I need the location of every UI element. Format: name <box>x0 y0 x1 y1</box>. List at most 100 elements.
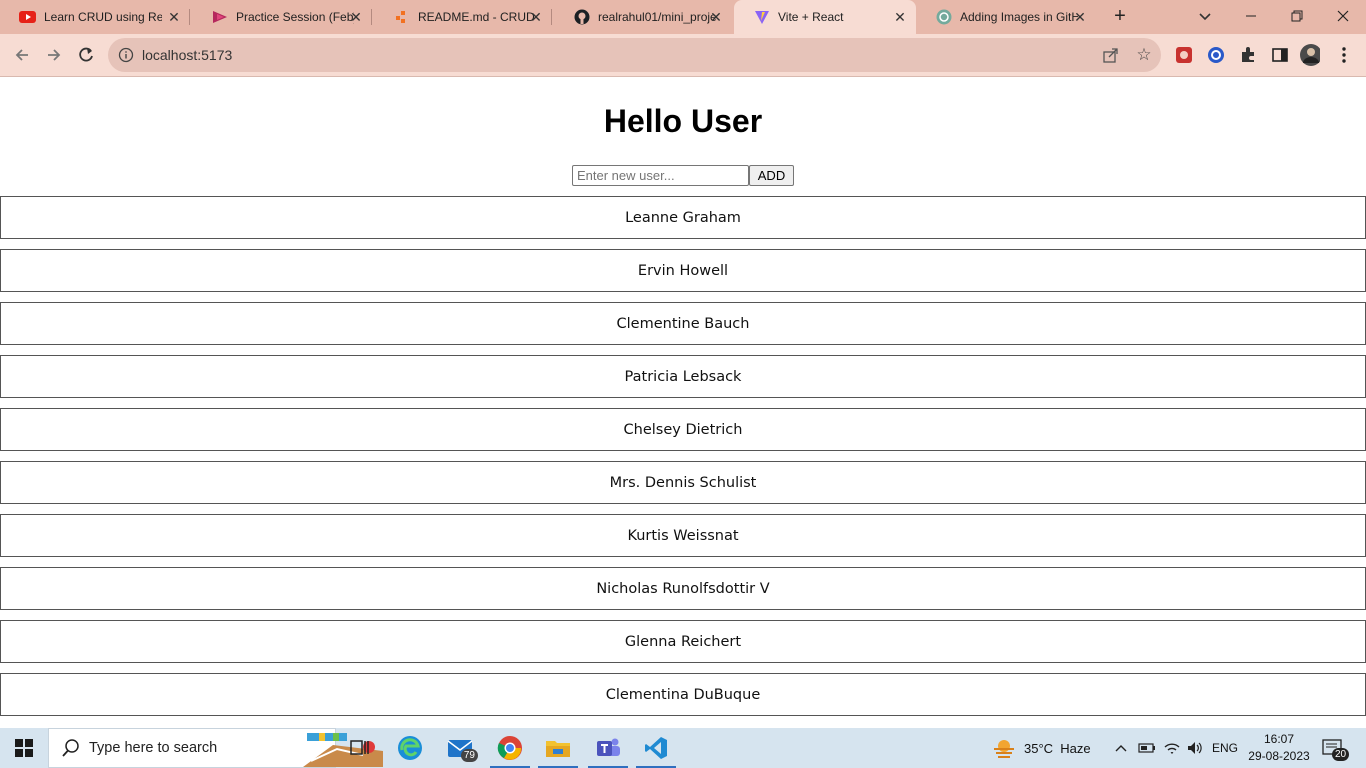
user-list-item: Leanne Graham <box>0 196 1366 239</box>
clock-date: 29-08-2023 <box>1248 749 1310 763</box>
vscode-icon <box>645 737 667 759</box>
weather-widget[interactable]: 35°C Haze <box>992 728 1091 768</box>
minimize-button[interactable] <box>1228 0 1274 32</box>
task-view-icon <box>350 740 369 755</box>
file-explorer-taskbar-button[interactable] <box>534 728 582 768</box>
mail-taskbar-button[interactable]: 79 <box>436 728 484 768</box>
browser-tab[interactable]: realrahul01/mini_project ✕ <box>554 0 732 34</box>
tab-close-icon[interactable]: ✕ <box>1072 9 1088 25</box>
new-tab-button[interactable]: + <box>1108 5 1132 29</box>
language-indicator[interactable]: ENG <box>1212 728 1238 768</box>
vscode-taskbar-button[interactable] <box>632 728 680 768</box>
folder-icon <box>546 741 570 757</box>
user-list-item: Clementine Bauch <box>0 302 1366 345</box>
teams-icon <box>597 738 620 756</box>
video-icon <box>211 9 228 26</box>
show-hidden-icons-button[interactable] <box>1114 728 1128 768</box>
close-window-button[interactable] <box>1320 0 1366 32</box>
notifications-badge: 20 <box>1332 748 1350 761</box>
extensions-puzzle-icon[interactable] <box>1238 45 1258 65</box>
tab-title: realrahul01/mini_project <box>598 10 716 24</box>
user-list-item: Patricia Lebsack <box>0 355 1366 398</box>
restore-icon <box>1291 10 1303 22</box>
url-text[interactable]: localhost:5173 <box>142 38 232 72</box>
tab-strip: Learn CRUD using React✕Practice Session … <box>0 0 1366 34</box>
vite-icon <box>753 9 770 26</box>
edge-taskbar-button[interactable] <box>386 728 434 768</box>
user-list-item: Chelsey Dietrich <box>0 408 1366 451</box>
tab-title: Vite + React <box>778 10 844 24</box>
chrome-icon <box>497 736 522 760</box>
search-placeholder: Type here to search <box>89 740 218 756</box>
forward-arrow-icon <box>48 49 61 61</box>
tab-search-icon[interactable] <box>1195 6 1215 26</box>
browser-toolbar: localhost:5173 ☆ <box>0 34 1366 77</box>
readme-icon <box>393 9 410 26</box>
start-button[interactable] <box>0 728 48 768</box>
back-arrow-icon <box>15 49 28 61</box>
profile-avatar[interactable] <box>1300 44 1320 66</box>
address-bar[interactable]: localhost:5173 ☆ <box>108 38 1161 72</box>
add-user-button[interactable]: ADD <box>749 165 794 186</box>
extension-blue-icon[interactable] <box>1206 45 1226 65</box>
clock-time: 16:07 <box>1263 732 1295 746</box>
wifi-icon <box>1164 743 1180 754</box>
taskbar-search-box[interactable]: Type here to search <box>48 728 383 768</box>
tab-title: Adding Images in GitHub <box>960 10 1078 24</box>
browser-tab[interactable]: README.md - CRUD OPS✕ <box>374 0 552 34</box>
back-button[interactable] <box>8 41 36 69</box>
page-heading: Hello User <box>603 103 763 139</box>
haze-weather-icon <box>994 740 1014 758</box>
share-icon[interactable] <box>1102 46 1120 64</box>
browser-tab[interactable]: Practice Session (Feb) - ✕ <box>192 0 372 34</box>
new-user-input[interactable] <box>572 165 749 186</box>
tab-title: Practice Session (Feb) - <box>236 10 354 24</box>
task-view-button[interactable] <box>336 728 384 768</box>
tab-title: Learn CRUD using React <box>44 10 162 24</box>
windows-logo-icon <box>15 739 33 757</box>
weather-text: 35°C Haze <box>1024 740 1091 756</box>
side-panel-icon[interactable] <box>1270 45 1290 65</box>
user-list-item: Mrs. Dennis Schulist <box>0 461 1366 504</box>
teams-taskbar-button[interactable] <box>584 728 632 768</box>
chrome-taskbar-button[interactable] <box>486 728 534 768</box>
browser-tab[interactable]: Vite + React ✕ <box>734 0 916 34</box>
tab-separator <box>551 9 552 25</box>
github-icon <box>573 9 590 26</box>
browser-tab[interactable]: Adding Images in GitHub✕ <box>916 0 1096 34</box>
search-icon <box>62 739 79 757</box>
tab-separator <box>189 9 190 25</box>
reload-button[interactable] <box>72 41 100 69</box>
forward-button[interactable] <box>40 41 68 69</box>
chatgpt-icon <box>935 9 952 26</box>
tab-separator <box>371 9 372 25</box>
battery-button[interactable] <box>1138 728 1156 768</box>
tab-close-icon[interactable]: ✕ <box>348 9 364 25</box>
network-button[interactable] <box>1163 728 1181 768</box>
notifications-button[interactable]: 20 <box>1322 728 1350 768</box>
user-list-item: Clementina DuBuque <box>0 673 1366 716</box>
extension-red-icon[interactable] <box>1174 45 1194 65</box>
restore-button[interactable] <box>1274 0 1320 32</box>
tab-close-icon[interactable]: ✕ <box>528 9 544 25</box>
add-user-form: ADD <box>572 165 794 187</box>
tab-close-icon[interactable]: ✕ <box>892 9 908 25</box>
site-info-icon[interactable] <box>118 47 134 63</box>
volume-button[interactable] <box>1186 728 1204 768</box>
clock[interactable]: 16:07 29-08-2023 <box>1246 731 1312 765</box>
close-icon <box>1337 10 1349 22</box>
user-list-item: Nicholas Runolfsdottir V <box>0 567 1366 610</box>
tab-close-icon[interactable]: ✕ <box>166 9 182 25</box>
mail-badge: 79 <box>460 749 478 762</box>
edge-icon <box>398 736 422 760</box>
browser-menu-icon[interactable] <box>1334 45 1354 65</box>
speaker-icon <box>1188 742 1202 754</box>
browser-tab[interactable]: Learn CRUD using React ✕ <box>0 0 190 34</box>
reload-icon <box>79 47 93 62</box>
user-list-item: Glenna Reichert <box>0 620 1366 663</box>
battery-icon <box>1138 743 1155 753</box>
tab-close-icon[interactable]: ✕ <box>708 9 724 25</box>
tab-title: README.md - CRUD OPS <box>418 10 536 24</box>
user-list-item: Ervin Howell <box>0 249 1366 292</box>
bookmark-star-icon[interactable]: ☆ <box>1134 45 1154 65</box>
